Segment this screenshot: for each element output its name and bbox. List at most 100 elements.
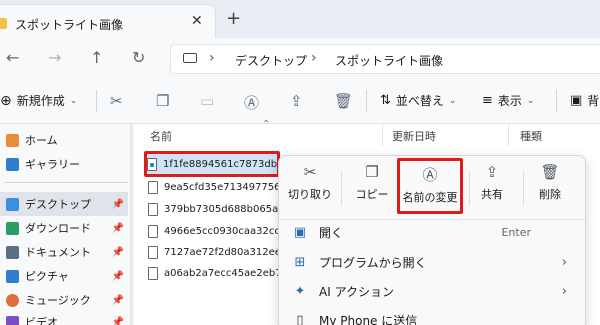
paste-icon[interactable]: ▭ bbox=[200, 92, 214, 110]
breadcrumb-separator-icon[interactable]: › bbox=[311, 50, 317, 66]
rename-action[interactable]: Ⓐ 名前の変更 bbox=[397, 158, 463, 214]
file-icon bbox=[148, 245, 158, 259]
sidebar-item-videos[interactable]: ビデオ 📌 bbox=[0, 310, 128, 325]
sidebar-divider bbox=[4, 182, 128, 183]
column-divider[interactable] bbox=[382, 124, 383, 146]
sidebar-item-label: ダウンロード bbox=[25, 222, 91, 235]
menu-item-open-with[interactable]: ⊞ プログラムから開く › bbox=[279, 248, 585, 276]
refresh-icon[interactable]: ↻ bbox=[132, 48, 145, 67]
rename-label: 名前の変更 bbox=[402, 191, 458, 204]
share-icon: ⇪ bbox=[485, 163, 499, 181]
file-row-selected[interactable]: 1f1fe8894561c7873dbb bbox=[144, 151, 280, 177]
delete-action[interactable]: 🗑 削除 bbox=[519, 164, 581, 212]
menu-item-send-to-phone[interactable]: ▯ My Phone に送信 bbox=[279, 306, 585, 325]
sidebar-item-pictures[interactable]: ピクチャ 📌 bbox=[0, 264, 128, 288]
delete-icon[interactable]: 🗑 bbox=[334, 92, 353, 110]
view-button[interactable]: ≡ 表示 ⌄ bbox=[482, 92, 534, 109]
pin-icon[interactable]: 📌 bbox=[112, 223, 124, 234]
copy-action[interactable]: ❐ コピー bbox=[341, 164, 403, 212]
breadcrumb-separator-icon[interactable]: › bbox=[209, 50, 215, 66]
command-bar: ⊕ 新規作成 ⌄ ✂ ❐ ▭ Ⓐ ⇪ 🗑 ⇅ 並べ替え ⌄ ≡ 表示 ⌄ ▣ 背 bbox=[0, 80, 600, 124]
pin-icon[interactable]: 📌 bbox=[112, 271, 124, 282]
pin-icon[interactable]: 📌 bbox=[112, 199, 124, 210]
sidebar-item-home[interactable]: ホーム bbox=[0, 128, 128, 152]
rename-icon[interactable]: Ⓐ bbox=[244, 92, 259, 113]
cut-icon[interactable]: ✂ bbox=[110, 92, 123, 110]
new-button[interactable]: ⊕ 新規作成 ⌄ bbox=[0, 92, 77, 109]
menu-item-label: プログラムから開く bbox=[319, 255, 427, 270]
toolbar-divider bbox=[556, 90, 557, 112]
music-icon bbox=[6, 293, 19, 307]
sidebar-item-label: ミュージック bbox=[25, 294, 91, 307]
sidebar-item-downloads[interactable]: ダウンロード 📌 bbox=[0, 216, 128, 240]
toolbar-divider bbox=[366, 90, 367, 112]
gallery-icon bbox=[6, 157, 19, 171]
new-label: 新規作成 bbox=[16, 94, 65, 108]
share-icon[interactable]: ⇪ bbox=[290, 92, 303, 110]
new-tab-button[interactable]: + bbox=[226, 8, 241, 29]
chevron-right-icon: › bbox=[561, 254, 567, 270]
file-row[interactable]: 7127ae72f2d80a312ee bbox=[148, 242, 298, 262]
desktop-icon bbox=[6, 197, 19, 211]
cut-icon: ✂ bbox=[303, 163, 317, 181]
background-label: 背 bbox=[587, 94, 600, 108]
sidebar-item-gallery[interactable]: ギャラリー bbox=[0, 152, 128, 176]
file-row[interactable]: 9ea5cfd35e713497756c bbox=[148, 177, 298, 197]
file-row[interactable]: 4966e5cc0930caa32cc bbox=[148, 221, 298, 241]
rename-icon: Ⓐ bbox=[422, 166, 438, 184]
file-name: 1f1fe8894561c7873dbb bbox=[163, 158, 280, 170]
menu-item-ai-actions[interactable]: ✦ AI アクション › bbox=[279, 277, 585, 305]
sidebar-item-label: ギャラリー bbox=[25, 158, 80, 171]
file-icon bbox=[148, 202, 158, 216]
close-tab-icon[interactable]: ✕ bbox=[191, 13, 203, 29]
sort-icon: ⇅ bbox=[380, 93, 391, 108]
column-header-date[interactable]: 更新日時 bbox=[392, 128, 436, 144]
shortcut-label: Enter bbox=[501, 225, 531, 239]
sidebar-item-documents[interactable]: ドキュメント 📌 bbox=[0, 240, 128, 264]
sidebar-item-desktop[interactable]: デスクトップ 📌 bbox=[0, 192, 128, 216]
delete-label: 削除 bbox=[539, 188, 561, 201]
forward-icon[interactable]: → bbox=[48, 48, 61, 67]
column-header-type[interactable]: 種類 bbox=[520, 128, 542, 144]
sidebar-item-label: ピクチャ bbox=[25, 270, 69, 283]
menu-item-label: AI アクション bbox=[319, 284, 394, 299]
sidebar-item-label: ホーム bbox=[25, 134, 58, 147]
context-menu: ✂ 切り取り ❐ コピー Ⓐ 名前の変更 ⇪ 共有 🗑 削除 ▣ 開く Ente… bbox=[278, 155, 586, 325]
pin-icon[interactable]: 📌 bbox=[112, 295, 124, 306]
home-icon bbox=[6, 133, 19, 147]
sidebar-item-label: ドキュメント bbox=[25, 246, 91, 259]
sidebar-scrollbar[interactable] bbox=[130, 124, 132, 325]
navigation-bar: ← → ↑ ↻ › デスクトップ › スポットライト画像 bbox=[0, 38, 600, 80]
file-row[interactable]: 379bb7305d688b065af bbox=[148, 199, 298, 219]
breadcrumb-desktop[interactable]: デスクトップ bbox=[235, 52, 307, 69]
back-icon[interactable]: ← bbox=[6, 48, 19, 67]
tab-active[interactable]: スポットライト画像 ✕ bbox=[0, 4, 216, 38]
pin-icon[interactable]: 📌 bbox=[112, 247, 124, 258]
tab-bar: スポットライト画像 ✕ + bbox=[0, 0, 600, 38]
column-header-name[interactable]: 名前 bbox=[150, 128, 172, 144]
breadcrumb-current[interactable]: スポットライト画像 bbox=[335, 52, 443, 69]
sort-button[interactable]: ⇅ 並べ替え ⌄ bbox=[380, 92, 456, 109]
up-icon[interactable]: ↑ bbox=[90, 48, 103, 67]
chevron-down-icon: ⌄ bbox=[69, 95, 78, 106]
ai-sparkle-icon: ✦ bbox=[294, 283, 306, 299]
this-pc-icon bbox=[183, 53, 197, 63]
file-name: a06ab2a7ecc45ae2eb7 bbox=[164, 267, 282, 279]
file-icon bbox=[148, 180, 158, 194]
column-divider[interactable] bbox=[508, 124, 509, 146]
sidebar-item-label: ビデオ bbox=[25, 316, 58, 325]
sidebar-item-music[interactable]: ミュージック 📌 bbox=[0, 288, 128, 312]
copy-icon[interactable]: ❐ bbox=[156, 92, 169, 110]
share-action[interactable]: ⇪ 共有 bbox=[461, 164, 523, 212]
toolbar-divider bbox=[96, 90, 97, 112]
image-icon: ▣ bbox=[570, 93, 583, 108]
pin-icon[interactable]: 📌 bbox=[112, 317, 124, 325]
file-row[interactable]: a06ab2a7ecc45ae2eb7 bbox=[148, 263, 298, 283]
navigation-pane: ホーム ギャラリー デスクトップ 📌 ダウンロード 📌 ドキュメント 📌 ピクチ… bbox=[0, 124, 132, 325]
document-icon bbox=[6, 245, 19, 259]
address-bar[interactable]: › デスクトップ › スポットライト画像 bbox=[170, 44, 600, 74]
background-button[interactable]: ▣ 背 bbox=[570, 92, 599, 109]
cut-action[interactable]: ✂ 切り取り bbox=[279, 164, 341, 212]
menu-item-open[interactable]: ▣ 開く Enter bbox=[279, 218, 585, 246]
image-file-icon bbox=[147, 157, 157, 171]
